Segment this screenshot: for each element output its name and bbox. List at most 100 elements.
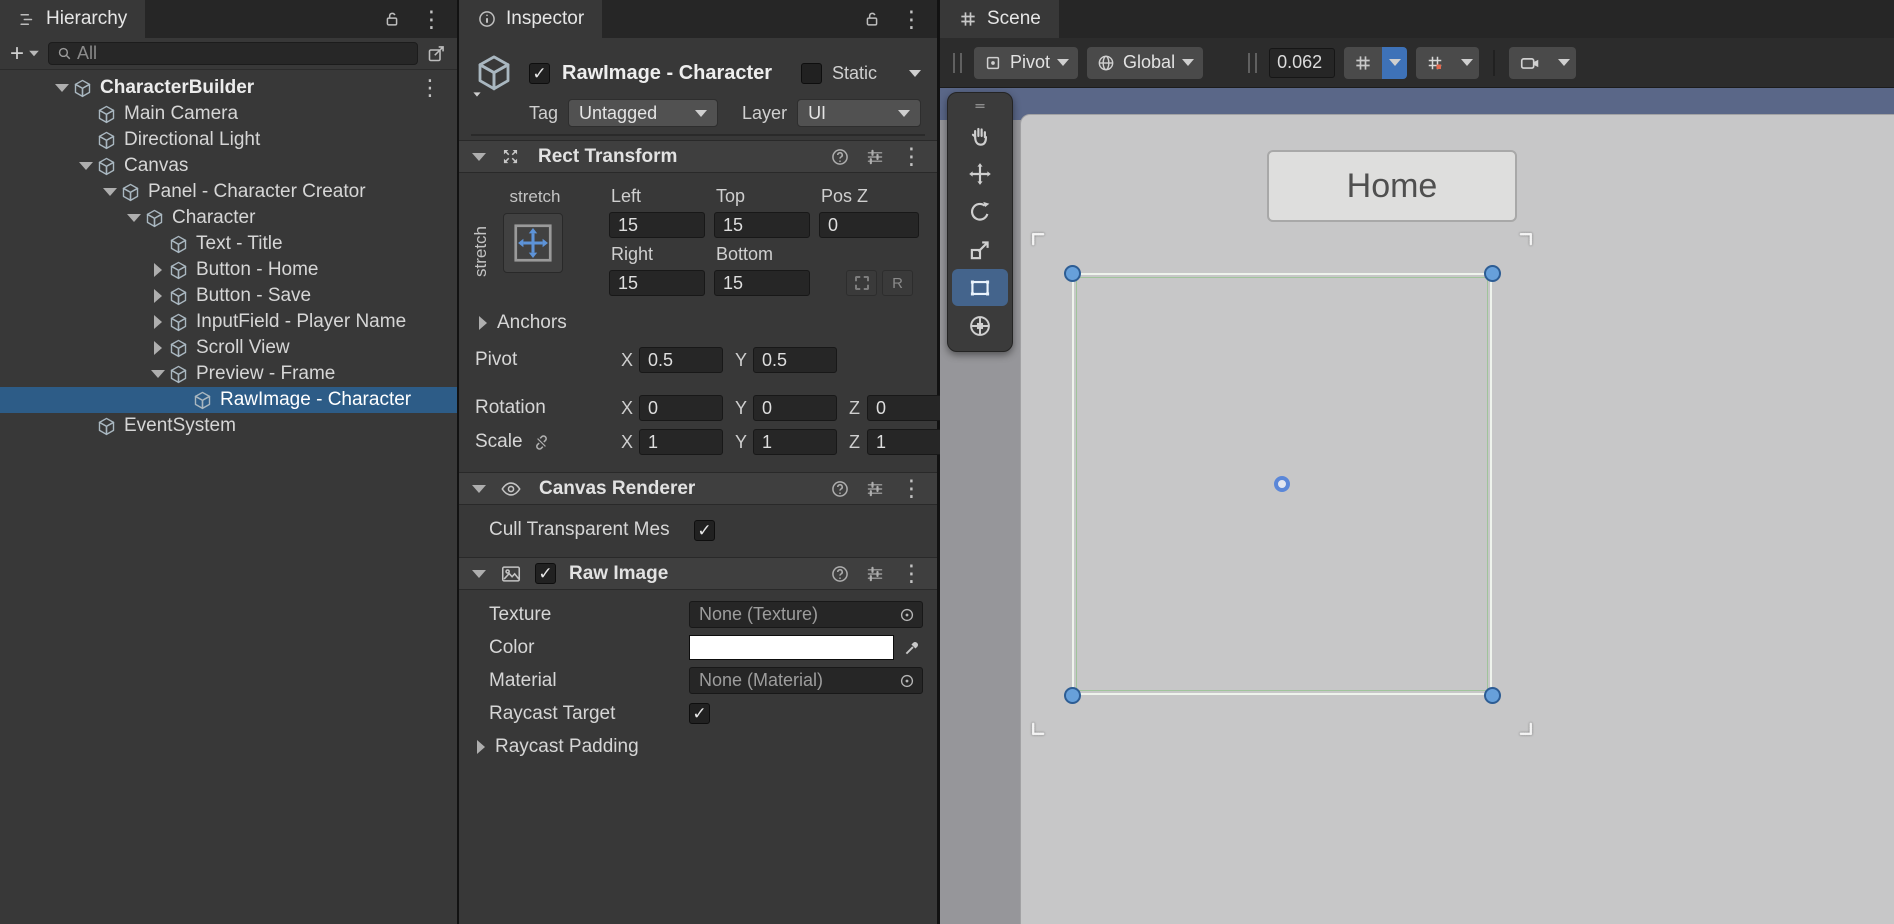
presets-icon[interactable] xyxy=(865,479,885,499)
raycast-padding-foldout[interactable]: Raycast Padding xyxy=(459,730,923,763)
hierarchy-item-scroll-view[interactable]: Scroll View xyxy=(0,335,457,361)
tab-hierarchy[interactable]: Hierarchy xyxy=(0,0,145,38)
hand-tool-button[interactable] xyxy=(952,117,1008,154)
object-picker-icon[interactable] xyxy=(897,605,917,625)
grid-snapping-button[interactable] xyxy=(1344,47,1407,79)
unlock-icon[interactable] xyxy=(862,9,882,29)
anchor-preset-button[interactable] xyxy=(503,213,563,273)
foldout-closed-icon[interactable] xyxy=(148,286,168,306)
foldout-closed-icon[interactable] xyxy=(148,338,168,358)
hierarchy-item-canvas[interactable]: Canvas xyxy=(0,153,457,179)
active-checkbox[interactable] xyxy=(529,63,550,84)
search-input[interactable] xyxy=(101,43,410,64)
help-icon[interactable] xyxy=(830,479,850,499)
hierarchy-item-text-title[interactable]: Text - Title xyxy=(0,231,457,257)
right-field[interactable] xyxy=(609,270,705,296)
rotate-tool-button[interactable] xyxy=(952,193,1008,230)
overlay-drag-handle[interactable] xyxy=(1248,53,1257,73)
foldout-open-icon[interactable] xyxy=(100,182,120,202)
transform-tool-button[interactable] xyxy=(952,307,1008,344)
foldout-open-icon[interactable] xyxy=(469,147,489,167)
scale-y-field[interactable] xyxy=(753,429,837,455)
raw-edit-mode-button[interactable]: R xyxy=(882,270,913,296)
presets-icon[interactable] xyxy=(865,147,885,167)
anchors-foldout[interactable]: Anchors xyxy=(459,312,923,334)
left-field[interactable] xyxy=(609,212,705,238)
create-object-button[interactable]: + xyxy=(10,40,40,68)
foldout-closed-icon[interactable] xyxy=(471,737,491,757)
hierarchy-item-button-home[interactable]: Button - Home xyxy=(0,257,457,283)
hierarchy-item-button-save[interactable]: Button - Save xyxy=(0,283,457,309)
bottom-field[interactable] xyxy=(714,270,810,296)
cull-transparent-mesh-checkbox[interactable] xyxy=(694,520,715,541)
foldout-open-icon[interactable] xyxy=(469,564,489,584)
static-dropdown-icon[interactable] xyxy=(909,70,921,77)
move-tool-button[interactable] xyxy=(952,155,1008,192)
foldout-open-icon[interactable] xyxy=(52,78,72,98)
pivot-x-field[interactable] xyxy=(639,347,723,373)
component-menu-icon[interactable]: ⋮ xyxy=(900,562,923,585)
top-field[interactable] xyxy=(714,212,810,238)
rotation-x-field[interactable] xyxy=(639,395,723,421)
scene-options-icon[interactable]: ⋮ xyxy=(419,75,441,101)
hierarchy-item-characterbuilder[interactable]: CharacterBuilder ⋮ xyxy=(0,75,457,101)
eyedropper-icon[interactable] xyxy=(902,637,923,658)
unlink-icon[interactable] xyxy=(531,432,552,453)
presets-icon[interactable] xyxy=(865,564,885,584)
canvas-renderer-header[interactable]: Canvas Renderer ⋮ xyxy=(459,472,937,505)
hierarchy-item-rawimage-character[interactable]: RawImage - Character xyxy=(0,387,457,413)
help-icon[interactable] xyxy=(830,147,850,167)
corner-handle-top-right[interactable] xyxy=(1484,265,1501,282)
scene-home-button[interactable]: Home xyxy=(1267,150,1517,222)
material-object-field[interactable]: None (Material) xyxy=(689,667,923,694)
corner-handle-bottom-left[interactable] xyxy=(1064,687,1081,704)
corner-handle-top-left[interactable] xyxy=(1064,265,1081,282)
open-window-icon[interactable] xyxy=(426,43,447,64)
foldout-closed-icon[interactable] xyxy=(148,260,168,280)
hierarchy-item-panel-character-creator[interactable]: Panel - Character Creator xyxy=(0,179,457,205)
object-picker-icon[interactable] xyxy=(897,671,917,691)
rect-tool-button[interactable] xyxy=(952,269,1008,306)
hierarchy-item-preview-frame[interactable]: Preview - Frame xyxy=(0,361,457,387)
pivot-y-field[interactable] xyxy=(753,347,837,373)
hierarchy-search[interactable]: All xyxy=(48,42,418,65)
hierarchy-item-directional-light[interactable]: Directional Light xyxy=(0,127,457,153)
component-menu-icon[interactable]: ⋮ xyxy=(900,477,923,500)
texture-object-field[interactable]: None (Texture) xyxy=(689,601,923,628)
gameobject-big-icon[interactable] xyxy=(471,52,517,94)
tag-dropdown[interactable]: Untagged xyxy=(568,99,718,127)
foldout-open-icon[interactable] xyxy=(76,156,96,176)
scale-z-field[interactable] xyxy=(867,429,951,455)
scene-viewport[interactable]: Home xyxy=(940,88,1894,924)
pivot-handle[interactable] xyxy=(1274,476,1290,492)
hierarchy-item-eventsystem[interactable]: EventSystem xyxy=(0,413,457,439)
grid-size-input[interactable]: 0.062 xyxy=(1269,48,1335,78)
foldout-closed-icon[interactable] xyxy=(148,312,168,332)
foldout-open-icon[interactable] xyxy=(124,208,144,228)
hierarchy-item-character[interactable]: Character xyxy=(0,205,457,231)
posz-field[interactable] xyxy=(819,212,919,238)
tab-inspector[interactable]: Inspector xyxy=(459,0,602,38)
rotation-y-field[interactable] xyxy=(753,395,837,421)
help-icon[interactable] xyxy=(830,564,850,584)
component-enabled-checkbox[interactable] xyxy=(535,563,556,584)
scene-camera-button[interactable] xyxy=(1509,47,1576,79)
camera-settings-dropdown[interactable] xyxy=(1551,47,1576,79)
color-swatch[interactable] xyxy=(689,635,894,660)
snap-increment-button[interactable] xyxy=(1416,47,1479,79)
overlay-grip-icon[interactable] xyxy=(952,96,1008,116)
foldout-closed-icon[interactable] xyxy=(473,313,493,333)
scale-x-field[interactable] xyxy=(639,429,723,455)
foldout-open-icon[interactable] xyxy=(148,364,168,384)
grid-snap-dropdown[interactable] xyxy=(1382,47,1407,79)
component-menu-icon[interactable]: ⋮ xyxy=(900,145,923,168)
blueprint-mode-button[interactable] xyxy=(846,270,877,296)
rect-transform-header[interactable]: Rect Transform ⋮ xyxy=(459,140,937,173)
raycast-target-checkbox[interactable] xyxy=(689,703,710,724)
hierarchy-item-main-camera[interactable]: Main Camera xyxy=(0,101,457,127)
foldout-open-icon[interactable] xyxy=(469,479,489,499)
pivot-dropdown[interactable]: Pivot xyxy=(974,47,1078,79)
corner-handle-bottom-right[interactable] xyxy=(1484,687,1501,704)
tab-scene[interactable]: Scene xyxy=(940,0,1059,38)
raw-image-header[interactable]: Raw Image ⋮ xyxy=(459,557,937,590)
